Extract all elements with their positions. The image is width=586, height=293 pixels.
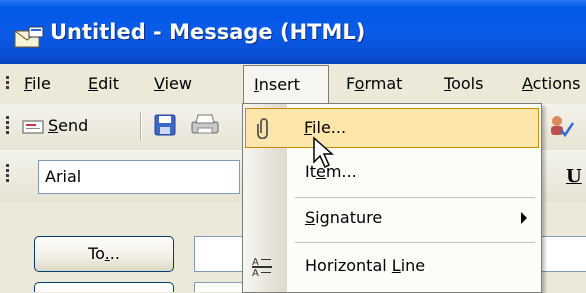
floppy-disk-icon xyxy=(154,114,176,136)
menu-view-label: View xyxy=(154,74,192,93)
menu-item-signature[interactable]: Signature xyxy=(243,198,541,238)
menu-view[interactable]: View xyxy=(154,64,192,104)
menu-file-label: File xyxy=(24,74,51,93)
printer-icon xyxy=(191,114,219,134)
toolbar-grip[interactable] xyxy=(6,116,9,136)
menu-edit-label: Edit xyxy=(88,74,119,93)
paperclip-icon xyxy=(257,118,268,139)
toolbar-separator xyxy=(140,112,142,140)
to-button[interactable]: To... xyxy=(34,236,174,272)
subject-field-edge[interactable] xyxy=(540,236,586,272)
insert-menu-dropdown: File... Item... Signature A A Horizontal… xyxy=(242,103,542,293)
mouse-cursor-icon xyxy=(313,136,334,169)
envelope-icon xyxy=(14,26,44,48)
menu-file[interactable]: File xyxy=(24,64,51,104)
menu-edit[interactable]: Edit xyxy=(88,64,119,104)
horizontal-line-icon: A A xyxy=(252,257,272,276)
menu-separator-2 xyxy=(295,242,535,243)
menu-item-signature-label: Signature xyxy=(305,208,383,227)
menu-bar-grip[interactable] xyxy=(6,76,9,91)
menu-item-item[interactable]: Item... xyxy=(243,152,541,192)
send-label: Send xyxy=(48,116,89,135)
menu-item-horizontal-line-label: Horizontal Line xyxy=(305,256,426,275)
menu-actions-label: Actions xyxy=(522,74,581,93)
send-button[interactable]: Send xyxy=(22,116,88,135)
menu-insert[interactable]: Insert xyxy=(243,65,329,105)
check-names-button[interactable] xyxy=(548,114,574,138)
formatting-toolbar-grip[interactable] xyxy=(6,164,9,184)
menu-insert-label: Insert xyxy=(254,75,300,94)
menu-format-label: Format xyxy=(346,74,403,93)
menu-format[interactable]: Format xyxy=(346,64,402,104)
window-title: Untitled - Message (HTML) xyxy=(50,20,366,44)
menu-tools-label: Tools xyxy=(444,74,484,93)
cc-button[interactable] xyxy=(34,282,174,292)
print-button[interactable] xyxy=(190,113,220,137)
menu-item-file[interactable]: File... xyxy=(245,108,539,148)
send-icon xyxy=(22,120,44,133)
submenu-arrow-icon xyxy=(521,212,527,224)
underline-button[interactable]: U xyxy=(566,166,582,187)
menu-tools[interactable]: Tools xyxy=(444,64,483,104)
menu-actions[interactable]: Actions xyxy=(522,64,580,104)
menu-item-horizontal-line[interactable]: A A Horizontal Line xyxy=(243,246,541,286)
to-button-label: To... xyxy=(88,244,120,263)
font-name-combo[interactable]: Arial xyxy=(38,160,240,194)
check-names-icon xyxy=(551,116,574,138)
title-bar: Untitled - Message (HTML) xyxy=(0,0,586,64)
save-button[interactable] xyxy=(154,114,176,136)
svg-text:A: A xyxy=(252,268,259,276)
